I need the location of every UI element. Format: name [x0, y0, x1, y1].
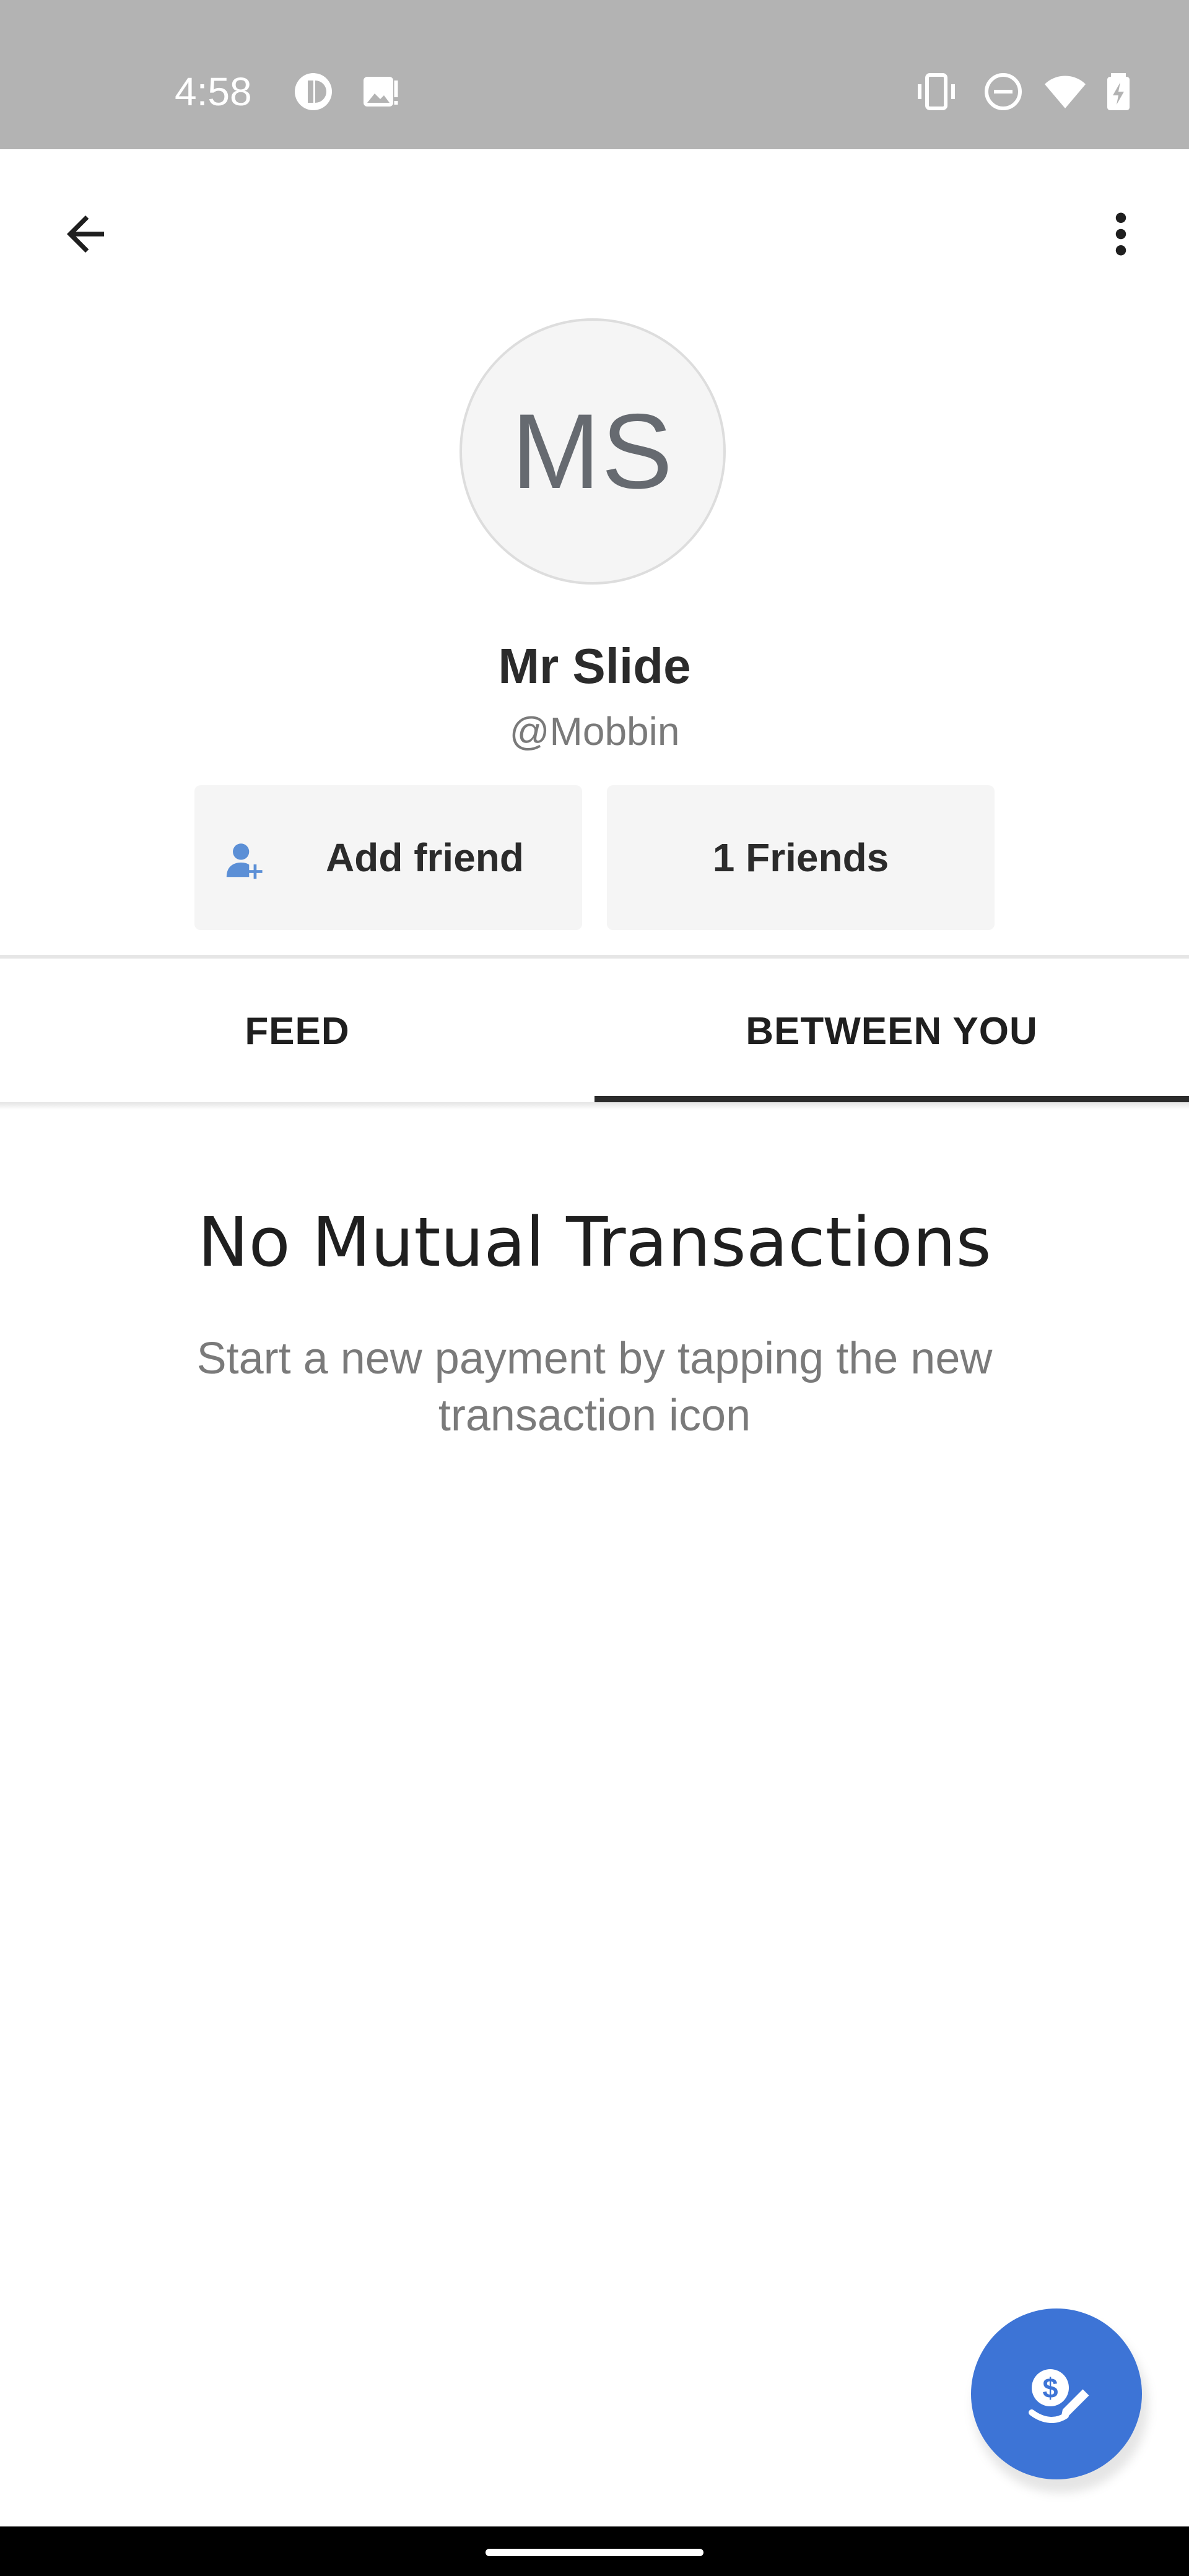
battery-charging-icon [1107, 73, 1130, 110]
tab-feed[interactable]: FEED [0, 959, 594, 1103]
status-time: 4:58 [175, 69, 252, 114]
tab-between-you-label: BETWEEN YOU [746, 1009, 1038, 1053]
status-bar: 4:58 [0, 0, 1189, 149]
tabs-shadow [0, 1102, 1189, 1110]
empty-state-subtitle: Start a new payment by tapping the new t… [196, 1334, 993, 1440]
profile-handle: @Mobbin [509, 709, 680, 754]
arrow-back-icon [67, 215, 104, 253]
friends-label: 1 Friends [712, 835, 889, 880]
do-not-disturb-icon [985, 73, 1022, 110]
avatar-initials: MS [512, 392, 674, 511]
add-friend-label: Add friend [326, 835, 524, 880]
friends-button[interactable]: 1 Friends [607, 785, 995, 930]
more-vertical-icon [1115, 212, 1126, 256]
tab-between-you[interactable]: BETWEEN YOU [594, 959, 1189, 1103]
home-handle[interactable] [486, 2549, 703, 2556]
new-transaction-button[interactable]: $ [971, 2308, 1142, 2479]
back-button[interactable] [50, 198, 121, 270]
vibrate-icon [918, 73, 955, 110]
person-add-icon [226, 843, 263, 879]
tab-feed-label: FEED [245, 1009, 350, 1053]
profile-screen: 4:58 MS Mr Slide @Mobbin Add friend 1 Fr… [0, 0, 1189, 2576]
profile-name: Mr Slide [498, 638, 691, 694]
new-transaction-icon: $ [1029, 2369, 1089, 2423]
more-options-button[interactable] [1085, 198, 1157, 270]
tab-indicator [594, 1096, 1189, 1102]
empty-state-title: No Mutual Transactions [198, 1203, 991, 1282]
image-alert-icon [364, 77, 398, 107]
svg-text:$: $ [1042, 2372, 1058, 2404]
add-friend-button[interactable]: Add friend [194, 785, 582, 930]
avatar[interactable]: MS [459, 318, 726, 585]
notification-icon [295, 73, 332, 110]
wifi-icon [1045, 76, 1086, 108]
